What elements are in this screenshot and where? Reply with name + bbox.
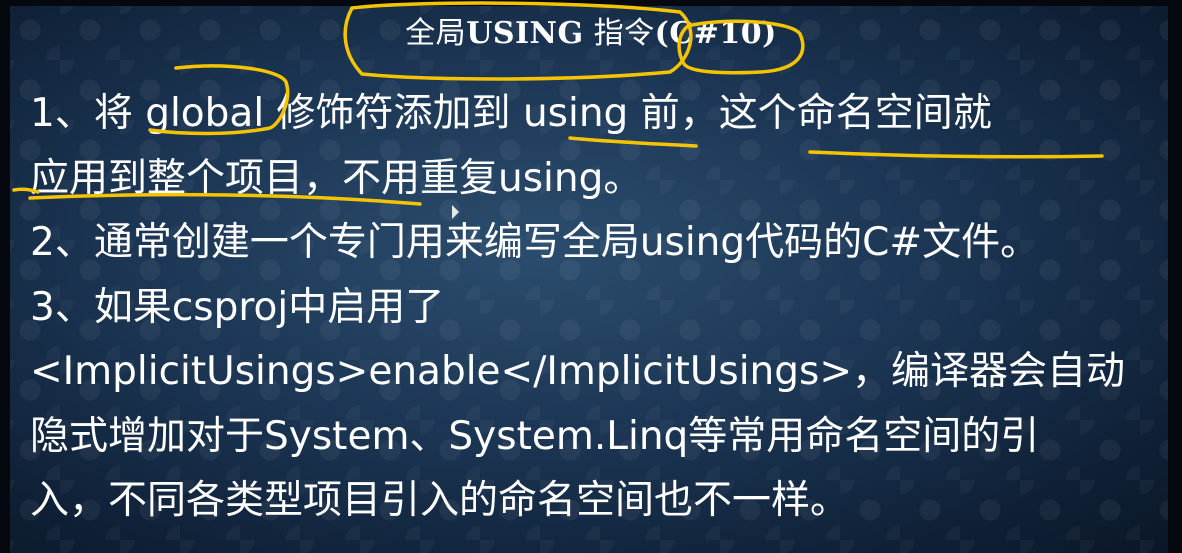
mouse-pointer-icon [452,205,459,219]
body-line-1: 1、将 global 修饰符添加到 using 前，这个命名空间就 [30,91,992,136]
slide: 全局USING 指令(C#10) 1、将 global 修饰符添加到 using… [0,0,1182,553]
window-right-border [1168,0,1182,553]
body-line-7: 入，不同各类型项目引入的命名空间也不一样。 [30,478,850,523]
body-line-4: 3、如果csproj中启用了 [30,284,445,330]
title-keyword: USING [466,16,584,51]
body-line-3: 2、通常创建一个专门用来编写全局using代码的C#文件。 [30,220,1040,265]
window-left-border [0,0,10,553]
title-part-1: 全局 [405,16,467,51]
title-part-2: 指令 [583,16,655,51]
body-line-5: <ImplicitUsings>enable</ImplicitUsings>，… [30,349,1126,394]
body-line-6: 隐式增加对于System、System.Linq等常用命名空间的引 [30,413,1040,459]
slide-body: 1、将 global 修饰符添加到 using 前，这个命名空间就 应用到整个项… [30,82,1160,534]
slide-title: 全局USING 指令(C#10) [0,14,1182,54]
title-part-3: (C#10) [654,16,777,51]
body-line-2: 应用到整个项目，不用重复using。 [30,155,643,201]
window-top-border [0,0,1182,6]
